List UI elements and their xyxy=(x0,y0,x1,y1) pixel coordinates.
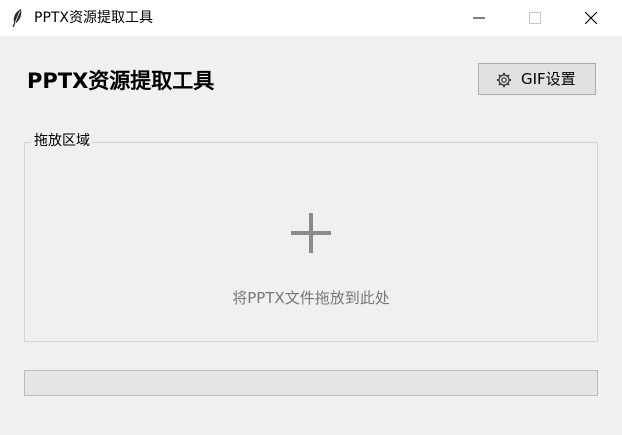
gif-settings-button[interactable]: GIF设置 xyxy=(478,63,596,95)
title-bar[interactable]: PPTX资源提取工具 xyxy=(0,0,622,36)
app-window: PPTX资源提取工具 PPTX资源提取工具 GIF设置 拖放区域 将PPTX文件… xyxy=(0,0,622,435)
close-button[interactable] xyxy=(568,0,614,36)
drop-hint: 将PPTX文件拖放到此处 xyxy=(232,289,390,307)
maximize-icon xyxy=(529,12,541,24)
drop-zone-legend: 拖放区域 xyxy=(32,133,92,150)
maximize-button[interactable] xyxy=(512,0,558,36)
gear-icon xyxy=(496,72,512,92)
window-title: PPTX资源提取工具 xyxy=(34,10,154,26)
gif-settings-label: GIF设置 xyxy=(521,70,576,88)
minimize-icon xyxy=(473,17,485,19)
close-icon xyxy=(585,12,597,24)
progress-bar xyxy=(24,370,598,396)
feather-icon xyxy=(11,8,23,28)
page-title: PPTX资源提取工具 xyxy=(27,69,215,93)
plus-icon xyxy=(291,213,331,253)
minimize-button[interactable] xyxy=(456,0,502,36)
